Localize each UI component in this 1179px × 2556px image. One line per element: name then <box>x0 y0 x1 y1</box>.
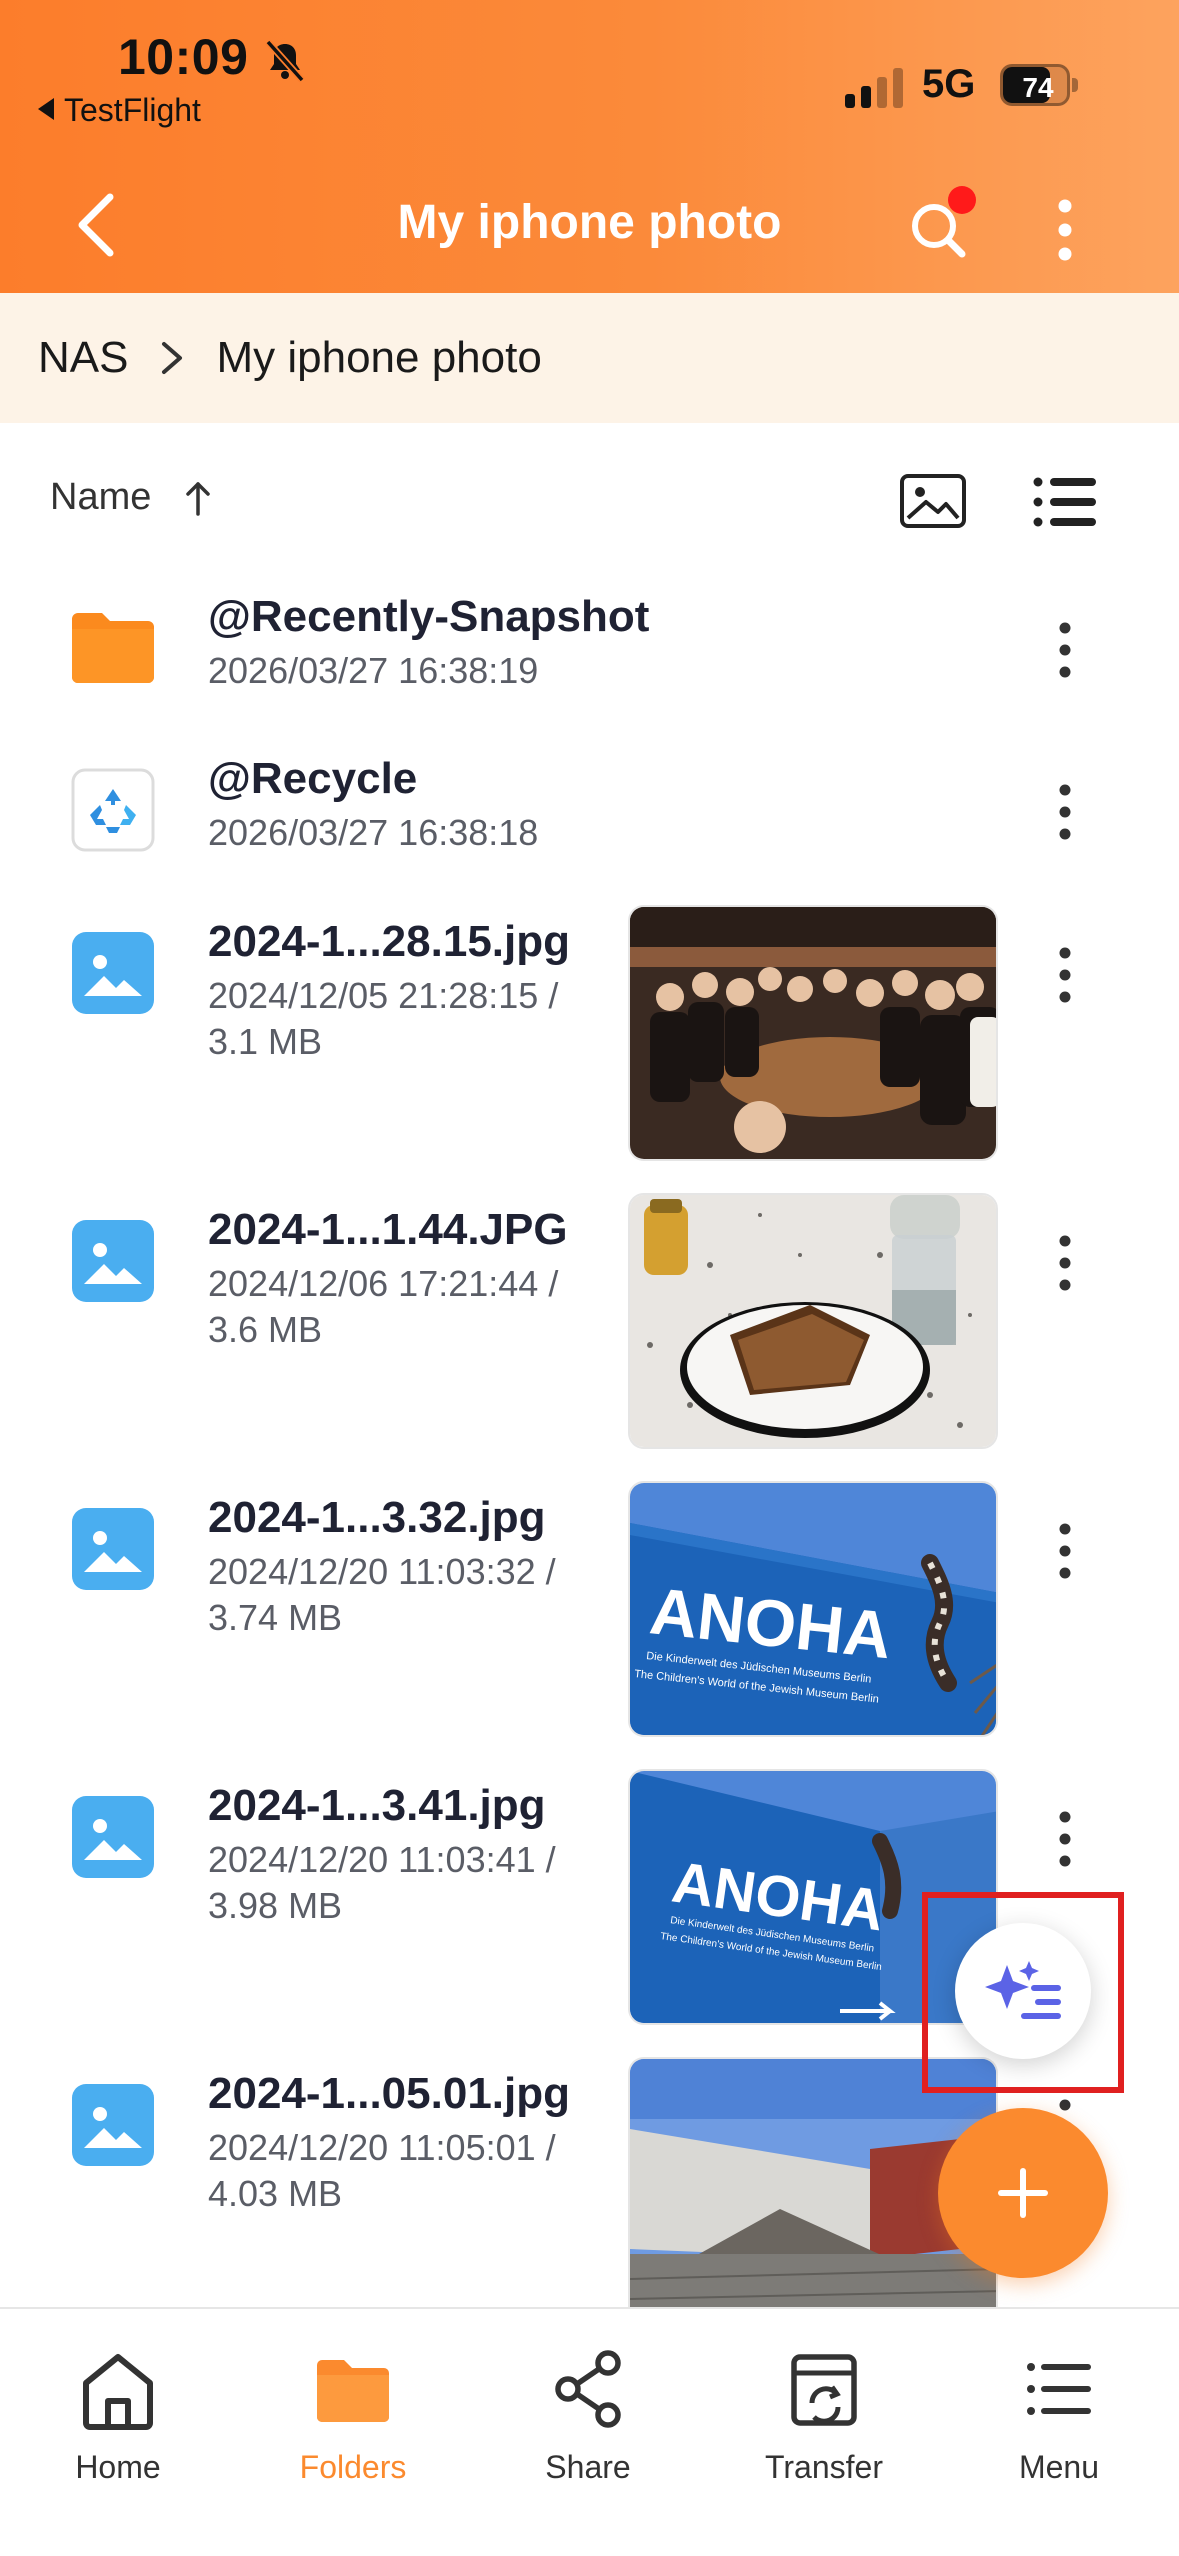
nav-transfer-label: Transfer <box>765 2449 883 2485</box>
list-item[interactable]: 2024-1...1.44.JPG 2024/12/06 17:21:44 / 3… <box>0 1193 1179 1458</box>
nav-menu[interactable]: Menu <box>959 2329 1159 2529</box>
file-name: @Recently-Snapshot <box>208 592 650 641</box>
file-name: 2024-1...3.32.jpg <box>208 1493 546 1542</box>
bottom-navigation: Home Folders Share Transfer Menu <box>0 2307 1179 2556</box>
menu-icon <box>1027 2363 1091 2415</box>
breadcrumb-current: My iphone photo <box>216 333 542 382</box>
file-date: 2024/12/20 11:03:41 / <box>208 1839 556 1880</box>
nav-folders[interactable]: Folders <box>253 2329 453 2529</box>
item-more-icon[interactable] <box>1040 772 1090 852</box>
item-more-icon[interactable] <box>1040 1799 1090 1879</box>
transfer-icon <box>791 2354 857 2426</box>
file-meta: 2024/12/20 11:03:41 / 3.98 MB <box>208 1837 628 1929</box>
highlight-box <box>922 1892 1124 2093</box>
image-icon <box>72 2084 154 2166</box>
museum-sign-image: ANOHA Die Kinderwelt des Jüdischen Museu… <box>630 1483 996 1735</box>
file-name: 2024-1...3.41.jpg <box>208 1781 546 1830</box>
home-icon <box>83 2354 153 2430</box>
file-name: 2024-1...28.15.jpg <box>208 917 570 966</box>
file-meta: 2024/12/20 11:03:32 / 3.74 MB <box>208 1549 628 1641</box>
nav-home-label: Home <box>75 2449 161 2485</box>
file-date: 2024/12/20 11:03:32 / <box>208 1551 556 1592</box>
item-more-icon[interactable] <box>1040 1511 1090 1591</box>
list-item[interactable]: @Recycle 2026/03/27 16:38:18 <box>0 742 1179 882</box>
file-size: 4.03 MB <box>208 2173 343 2214</box>
photo-thumbnail[interactable] <box>628 1193 998 1449</box>
item-more-icon[interactable] <box>1040 935 1090 1015</box>
list-item[interactable]: 2024-1...28.15.jpg 2024/12/05 21:28:15 /… <box>0 905 1179 1170</box>
file-date: 2024/12/05 21:28:15 / <box>208 975 559 1016</box>
list-item[interactable]: 2024-1...3.32.jpg 2024/12/20 11:03:32 / 3… <box>0 1481 1179 1746</box>
group-photo-image <box>630 907 996 1159</box>
nav-share[interactable]: Share <box>488 2329 688 2529</box>
add-button[interactable] <box>938 2108 1108 2278</box>
chevron-right-icon <box>162 342 183 374</box>
bell-muted-icon <box>265 39 305 83</box>
plus-icon <box>998 2168 1048 2218</box>
share-icon <box>555 2350 621 2428</box>
folder-icon <box>317 2360 389 2422</box>
status-time: 10:09 <box>118 29 249 85</box>
battery-level: 74 <box>1022 72 1054 103</box>
image-icon <box>72 1508 154 1590</box>
file-name: 2024-1...05.01.jpg <box>208 2069 570 2118</box>
photo-thumbnail[interactable] <box>628 905 998 1161</box>
file-meta: 2024/12/06 17:21:44 / 3.6 MB <box>208 1261 628 1353</box>
file-size: 3.6 MB <box>208 1309 323 1350</box>
signal-icon <box>845 68 903 108</box>
item-more-icon[interactable] <box>1040 1223 1090 1303</box>
toast-plate-image <box>630 1195 996 1447</box>
app-header: 10:09 TestFlight 5G 74 My iphone photo <box>0 0 1179 293</box>
thumbnail-view-icon[interactable] <box>898 470 968 532</box>
nav-share-label: Share <box>545 2449 631 2485</box>
back-to-app-link[interactable]: TestFlight <box>38 92 201 129</box>
file-size: 3.1 MB <box>208 1021 323 1062</box>
item-more-icon[interactable] <box>1040 610 1090 690</box>
file-meta: 2024/12/05 21:28:15 / 3.1 MB <box>208 973 628 1065</box>
list-item[interactable]: @Recently-Snapshot 2026/03/27 16:38:19 <box>0 580 1179 720</box>
nav-transfer[interactable]: Transfer <box>724 2329 924 2529</box>
sort-by-name-button[interactable]: Name <box>50 476 151 519</box>
image-icon <box>72 932 154 1014</box>
file-name: 2024-1...1.44.JPG <box>208 1205 568 1254</box>
file-date: 2024/12/06 17:21:44 / <box>208 1263 559 1304</box>
breadcrumb: NAS My iphone photo <box>0 293 1179 423</box>
file-date: 2026/03/27 16:38:18 <box>208 812 539 853</box>
back-app-label: TestFlight <box>64 92 201 128</box>
battery-icon: 74 <box>1000 64 1078 106</box>
more-vertical-icon[interactable] <box>1040 190 1090 270</box>
image-icon <box>72 1220 154 1302</box>
file-size: 3.74 MB <box>208 1597 343 1638</box>
recycle-bin-icon <box>71 768 155 852</box>
back-triangle-icon <box>38 98 54 120</box>
sort-bar: Name <box>0 450 1179 550</box>
network-label: 5G <box>922 62 976 106</box>
file-date: 2026/03/27 16:38:19 <box>208 650 539 691</box>
file-meta: 2024/12/20 11:05:01 / 4.03 MB <box>208 2125 628 2217</box>
sort-ascending-icon[interactable] <box>180 476 216 520</box>
photo-thumbnail[interactable]: ANOHA Die Kinderwelt des Jüdischen Museu… <box>628 1481 998 1737</box>
list-view-icon[interactable] <box>1030 472 1098 532</box>
folder-icon <box>72 613 154 683</box>
nav-home[interactable]: Home <box>18 2329 218 2529</box>
breadcrumb-root[interactable]: NAS <box>38 333 128 383</box>
file-size: 3.98 MB <box>208 1885 343 1926</box>
file-name: @Recycle <box>208 754 418 803</box>
page-title: My iphone photo <box>397 196 782 249</box>
file-date: 2024/12/20 11:05:01 / <box>208 2127 556 2168</box>
notification-dot <box>948 186 976 214</box>
nav-menu-label: Menu <box>1018 2449 1100 2485</box>
nav-folders-label: Folders <box>299 2449 407 2485</box>
image-icon <box>72 1796 154 1878</box>
